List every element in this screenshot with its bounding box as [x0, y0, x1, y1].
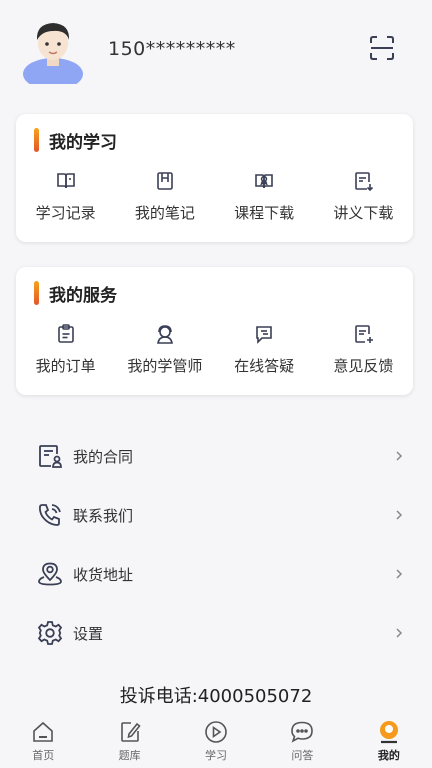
profile-header: 150*********	[0, 0, 432, 100]
contract-icon	[39, 445, 62, 468]
menu-item-address[interactable]: 收货地址	[36, 554, 406, 594]
location-pin-icon	[38, 562, 62, 586]
chevron-right-icon	[396, 569, 403, 579]
tab-study[interactable]: 学习	[173, 714, 259, 768]
study-card-title: 我的学习	[34, 128, 117, 153]
study-record-button[interactable]: 学习记录	[16, 170, 115, 232]
menu-item-contact[interactable]: 联系我们	[36, 495, 406, 535]
online-qa-button[interactable]: 在线答疑	[215, 323, 314, 385]
chat-bubble-icon	[256, 326, 272, 344]
home-icon	[33, 721, 54, 742]
play-circle-icon	[205, 721, 227, 743]
tab-question-bank[interactable]: 题库	[86, 714, 172, 768]
menu-item-settings[interactable]: 设置	[36, 613, 406, 653]
user-phone: 150*********	[108, 38, 236, 60]
service-card-title: 我的服务	[34, 281, 117, 306]
tab-qa[interactable]: 问答	[259, 714, 345, 768]
profile-active-icon	[379, 721, 398, 744]
title-accent-bar	[34, 128, 39, 152]
title-accent-bar	[34, 281, 39, 305]
clipboard-icon	[57, 324, 74, 343]
feedback-button[interactable]: 意见反馈	[314, 323, 413, 385]
my-orders-button[interactable]: 我的订单	[16, 323, 115, 385]
study-card: 我的学习 学习记录 我的笔记 课程下载 讲义下载	[16, 114, 413, 242]
bottom-tab-bar: 首页 题库 学习 问答 我的	[0, 714, 432, 768]
feedback-edit-icon	[355, 325, 374, 343]
course-download-icon	[255, 174, 273, 189]
gear-icon	[37, 621, 63, 645]
service-card: 我的服务 我的订单 我的学管师 在线答疑 意见反馈	[16, 267, 413, 395]
scan-icon[interactable]	[368, 34, 396, 62]
notebook-icon	[157, 172, 173, 190]
phone-call-icon	[39, 504, 61, 526]
headset-person-icon	[156, 325, 173, 344]
study-manager-button[interactable]: 我的学管师	[115, 323, 214, 385]
tab-mine[interactable]: 我的	[346, 714, 432, 768]
chat-dots-icon	[291, 721, 314, 743]
document-download-icon	[355, 172, 374, 192]
complaint-phone[interactable]: 投诉电话:4000505072	[0, 682, 432, 708]
chevron-right-icon	[396, 510, 403, 520]
book-open-icon	[56, 173, 75, 189]
chevron-right-icon	[396, 451, 403, 461]
avatar[interactable]	[22, 16, 84, 84]
course-download-button[interactable]: 课程下载	[215, 170, 314, 232]
tab-home[interactable]: 首页	[0, 714, 86, 768]
handout-download-button[interactable]: 讲义下载	[314, 170, 413, 232]
menu-item-contract[interactable]: 我的合同	[36, 436, 406, 476]
chevron-right-icon	[396, 628, 403, 638]
pencil-book-icon	[120, 722, 141, 742]
my-notes-button[interactable]: 我的笔记	[115, 170, 214, 232]
